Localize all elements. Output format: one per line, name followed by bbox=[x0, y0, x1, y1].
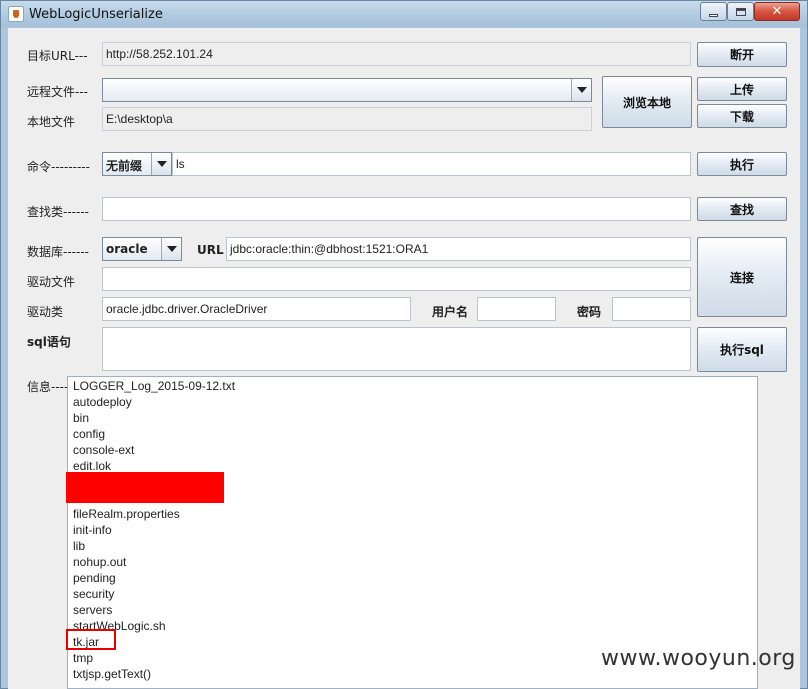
info-label: 信息---- bbox=[27, 380, 69, 394]
command-prefix-select[interactable]: 无前缀 bbox=[102, 152, 172, 176]
driver-file-input[interactable] bbox=[102, 267, 691, 291]
minimize-icon bbox=[709, 13, 718, 17]
find-button[interactable]: 查找 bbox=[697, 197, 787, 221]
driver-file-label: 驱动文件 bbox=[27, 275, 76, 289]
command-prefix-value: 无前缀 bbox=[106, 159, 143, 173]
list-item: config bbox=[73, 427, 106, 441]
chevron-down-icon bbox=[156, 161, 167, 167]
list-item: tmp bbox=[73, 651, 94, 665]
highlight-annotation bbox=[66, 629, 116, 650]
info-output-area[interactable]: LOGGER_Log_2015-09-12.txt autodeploy bin… bbox=[67, 376, 758, 689]
list-item: security bbox=[73, 587, 115, 601]
execute-button[interactable]: 执行 bbox=[697, 152, 787, 176]
driver-class-input[interactable]: oracle.jdbc.driver.OracleDriver bbox=[102, 297, 411, 321]
username-input[interactable] bbox=[477, 297, 556, 321]
close-icon: ✕ bbox=[771, 4, 783, 19]
remote-file-combo[interactable] bbox=[102, 78, 592, 102]
find-class-input[interactable] bbox=[102, 197, 691, 221]
title-bar[interactable]: WebLogicUnserialize bbox=[1, 1, 807, 27]
browse-local-button[interactable]: 浏览本地 bbox=[602, 76, 692, 128]
watermark-text: www.wooyun.org bbox=[601, 646, 796, 671]
sql-textarea[interactable] bbox=[102, 327, 691, 371]
local-file-label: 本地文件 bbox=[27, 115, 76, 129]
minimize-button[interactable] bbox=[700, 2, 727, 21]
command-input[interactable]: ls bbox=[172, 152, 691, 176]
target-url-label: 目标URL--- bbox=[27, 49, 88, 63]
command-label: 命令--------- bbox=[27, 160, 90, 174]
window-title: WebLogicUnserialize bbox=[29, 7, 163, 22]
database-value: oracle bbox=[106, 242, 148, 256]
maximize-icon bbox=[735, 7, 746, 16]
chevron-down-icon bbox=[576, 87, 587, 93]
execute-sql-button[interactable]: 执行sql bbox=[697, 327, 787, 372]
password-label: 密码 bbox=[577, 305, 602, 319]
database-dropdown-button[interactable] bbox=[161, 238, 181, 260]
java-app-icon bbox=[8, 6, 24, 22]
list-item: LOGGER_Log_2015-09-12.txt bbox=[73, 379, 236, 393]
list-item: bin bbox=[73, 411, 90, 425]
list-item: pending bbox=[73, 571, 116, 585]
connect-button[interactable]: 连接 bbox=[697, 237, 787, 317]
local-file-field[interactable]: E:\desktop\a bbox=[102, 107, 592, 131]
list-item: autodeploy bbox=[73, 395, 132, 409]
database-select[interactable]: oracle bbox=[102, 237, 182, 261]
remote-file-label: 远程文件--- bbox=[27, 85, 88, 99]
redaction-block bbox=[66, 472, 224, 503]
list-item: init-info bbox=[73, 523, 112, 537]
jdbc-url-label: URL bbox=[197, 243, 224, 257]
list-item: txtjsp.getText() bbox=[73, 667, 152, 681]
jdbc-url-input[interactable]: jdbc:oracle:thin:@dbhost:1521:ORA1 bbox=[226, 237, 691, 261]
target-url-field[interactable]: http://58.252.101.24 bbox=[102, 42, 691, 66]
list-item: nohup.out bbox=[73, 555, 127, 569]
upload-button[interactable]: 上传 bbox=[697, 77, 787, 101]
driver-class-label: 驱动类 bbox=[27, 305, 64, 319]
disconnect-button[interactable]: 断开 bbox=[697, 42, 787, 67]
password-input[interactable] bbox=[612, 297, 691, 321]
remote-file-dropdown-button[interactable] bbox=[571, 79, 591, 101]
list-item: servers bbox=[73, 603, 113, 617]
download-button[interactable]: 下载 bbox=[697, 104, 787, 128]
username-label: 用户名 bbox=[432, 305, 469, 319]
find-class-label: 查找类------ bbox=[27, 205, 89, 219]
command-prefix-dropdown-button[interactable] bbox=[151, 153, 171, 175]
sql-label: sql语句 bbox=[27, 335, 71, 349]
list-item: console-ext bbox=[73, 443, 135, 457]
list-item: fileRealm.properties bbox=[73, 507, 180, 521]
database-label: 数据库------ bbox=[27, 245, 89, 259]
chevron-down-icon bbox=[166, 246, 177, 252]
list-item: lib bbox=[73, 539, 86, 553]
maximize-button[interactable] bbox=[727, 2, 754, 21]
close-button[interactable]: ✕ bbox=[754, 2, 800, 21]
